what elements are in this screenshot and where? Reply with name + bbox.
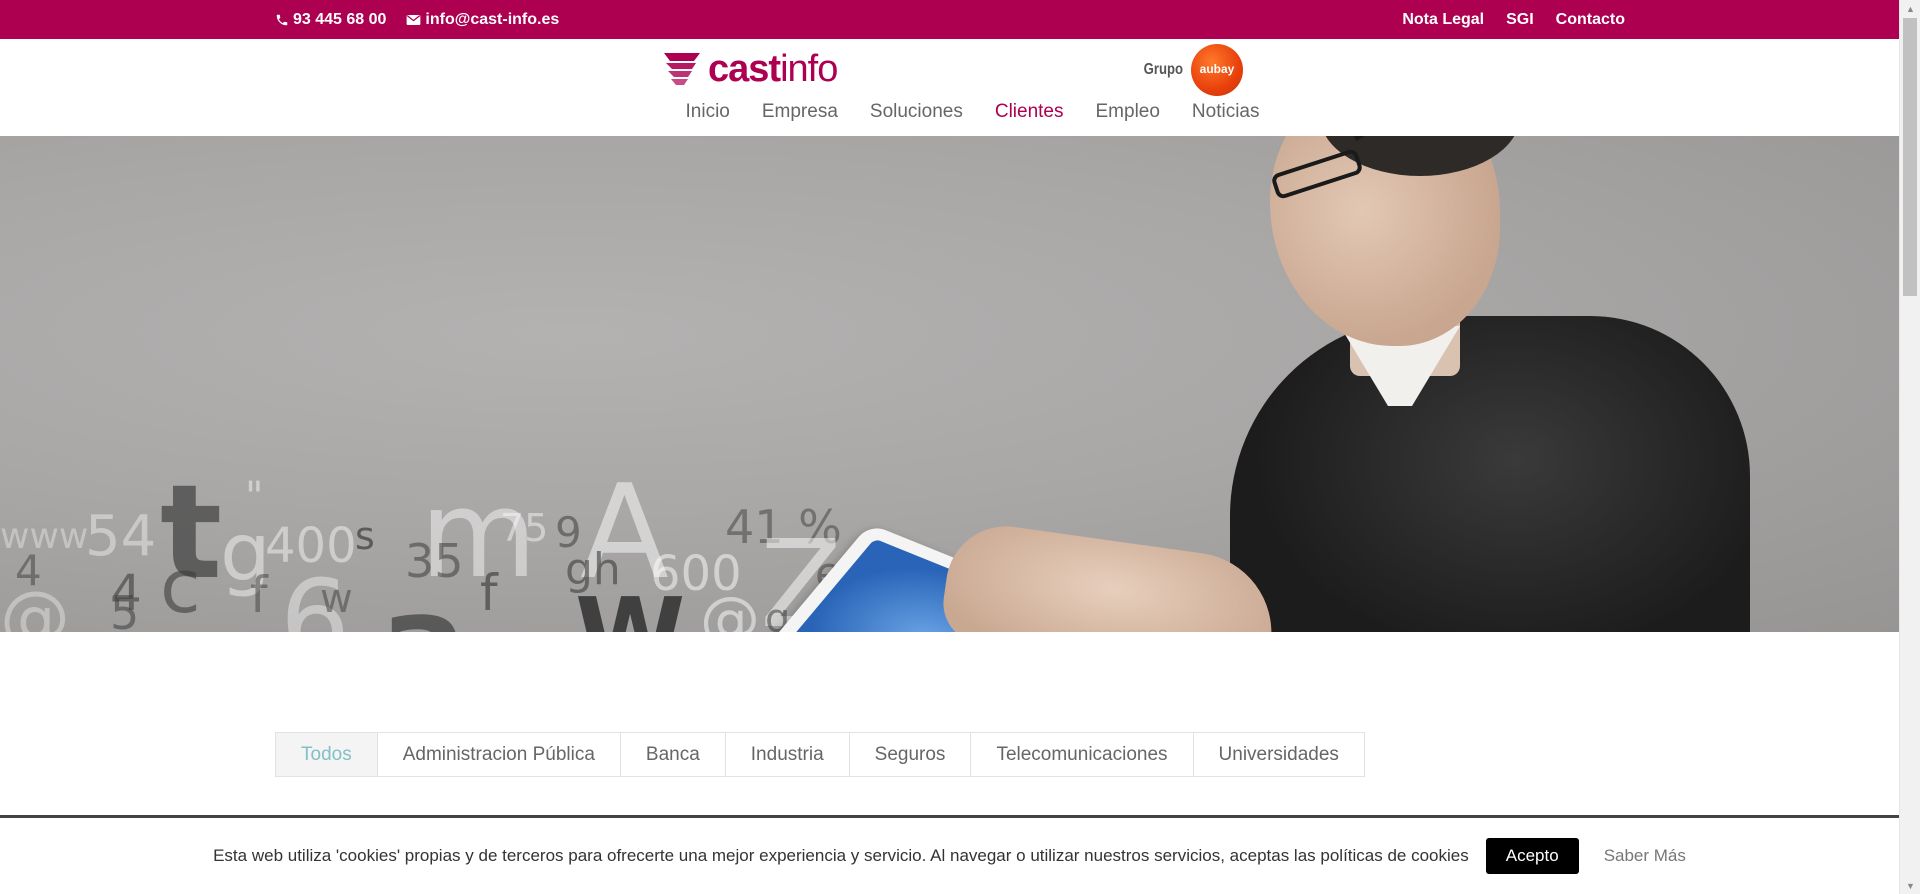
nota-legal-link[interactable]: Nota Legal — [1402, 11, 1484, 29]
envelope-icon — [407, 14, 421, 25]
scroll-thumb[interactable] — [1903, 18, 1917, 296]
phone-contact[interactable]: 93 445 68 00 — [275, 11, 386, 29]
aubay-logo-text: aubay — [1199, 62, 1235, 76]
aubay-logo: aubay — [1191, 44, 1243, 96]
logo-info: info — [780, 47, 838, 90]
hero-banner: www 54 t g " 400 s m 35 75 9 A gh 600 41… — [0, 136, 1899, 632]
page-scrollbar[interactable]: ▲ ▼ — [1899, 0, 1920, 894]
contacto-link[interactable]: Contacto — [1556, 11, 1625, 29]
top-bar: 93 445 68 00 info@cast-info.es Nota Lega… — [0, 0, 1899, 39]
grupo-label: Grupo — [1143, 61, 1183, 78]
scroll-up-arrow-icon[interactable]: ▲ — [1900, 0, 1920, 17]
decorative-characters: www 54 t g " 400 s m 35 75 9 A gh 600 41… — [0, 456, 843, 632]
filter-banca[interactable]: Banca — [621, 733, 726, 776]
saber-mas-link[interactable]: Saber Más — [1604, 846, 1686, 866]
nav-empresa[interactable]: Empresa — [762, 101, 838, 131]
main-nav: Inicio Empresa Soluciones Clientes Emple… — [0, 101, 1899, 131]
phone-icon — [276, 14, 288, 25]
sgi-link[interactable]: SGI — [1506, 11, 1534, 29]
cookie-message: Esta web utiliza 'cookies' propias y de … — [213, 846, 1469, 865]
castinfo-logo-mark — [664, 53, 700, 85]
accept-cookies-button[interactable]: Acepto — [1485, 838, 1579, 874]
nav-noticias[interactable]: Noticias — [1192, 101, 1260, 131]
hero-person-jacket — [1230, 316, 1750, 632]
logo-cast: cast — [708, 47, 781, 90]
nav-soluciones[interactable]: Soluciones — [870, 101, 963, 131]
filter-seguros[interactable]: Seguros — [850, 733, 972, 776]
client-filter-tabs: Todos Administracion Pública Banca Indus… — [275, 732, 1365, 777]
scroll-down-arrow-icon[interactable]: ▼ — [1900, 877, 1920, 894]
cookie-banner: Esta web utiliza 'cookies' propias y de … — [0, 815, 1899, 894]
logo-wordmark: castinfo — [708, 47, 838, 91]
phone-number: 93 445 68 00 — [293, 10, 387, 28]
email-address: info@cast-info.es — [425, 10, 560, 28]
grupo-aubay[interactable]: Grupo aubay — [1135, 43, 1243, 97]
filter-todos[interactable]: Todos — [276, 733, 378, 776]
filter-universidades[interactable]: Universidades — [1194, 733, 1364, 776]
site-header: castinfo Grupo aubay Inicio Empresa Solu… — [0, 39, 1899, 136]
nav-inicio[interactable]: Inicio — [686, 101, 730, 131]
nav-clientes[interactable]: Clientes — [995, 101, 1064, 131]
filter-industria[interactable]: Industria — [726, 733, 850, 776]
castinfo-logo[interactable]: castinfo — [662, 47, 838, 91]
contact-info: 93 445 68 00 info@cast-info.es — [275, 0, 559, 39]
filter-telecomunicaciones[interactable]: Telecomunicaciones — [971, 733, 1194, 776]
nav-empleo[interactable]: Empleo — [1096, 101, 1160, 131]
email-contact[interactable]: info@cast-info.es — [406, 11, 559, 29]
top-links: Nota Legal SGI Contacto — [1402, 0, 1625, 39]
filter-administracion-publica[interactable]: Administracion Pública — [378, 733, 621, 776]
